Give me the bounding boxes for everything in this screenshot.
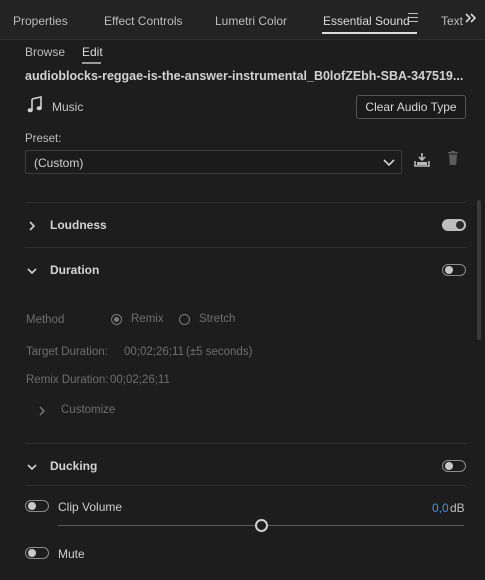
stretch-radio[interactable]	[179, 314, 190, 325]
overflow-chevron-icon[interactable]	[464, 11, 480, 27]
preset-value: (Custom)	[34, 156, 84, 170]
clip-volume-slider-thumb[interactable]	[255, 519, 268, 532]
clip-volume-value[interactable]: 0,0	[432, 501, 449, 515]
active-subtab-indicator	[82, 62, 101, 64]
divider	[25, 485, 466, 486]
tab-text[interactable]: Text	[441, 14, 463, 28]
chevron-down-icon[interactable]	[27, 461, 37, 471]
remix-duration-label: Remix Duration:	[26, 374, 109, 386]
preset-label: Preset:	[25, 133, 62, 145]
tab-lumetri-color[interactable]: Lumetri Color	[215, 14, 287, 28]
divider	[25, 202, 466, 203]
music-note-icon	[27, 96, 43, 114]
clip-volume-toggle[interactable]	[25, 500, 49, 512]
ducking-section-title[interactable]: Ducking	[50, 459, 97, 473]
tab-essential-sound[interactable]: Essential Sound	[323, 14, 410, 28]
panel-tab-bar: Properties Effect Controls Lumetri Color…	[0, 0, 485, 40]
chevron-right-icon[interactable]	[27, 220, 37, 231]
mute-toggle[interactable]	[25, 547, 49, 559]
panel-scrollbar[interactable]	[477, 200, 481, 340]
chevron-right-icon	[37, 405, 47, 416]
save-preset-icon[interactable]	[414, 152, 430, 168]
clip-volume-unit: dB	[450, 501, 465, 515]
loudness-section-title[interactable]: Loudness	[50, 218, 107, 232]
subtab-edit[interactable]: Edit	[82, 45, 103, 59]
tab-effect-controls[interactable]: Effect Controls	[104, 14, 182, 28]
duration-toggle[interactable]	[442, 264, 466, 276]
method-label: Method	[26, 314, 65, 326]
target-duration-value: 00;02;26;11	[124, 346, 184, 358]
panel-menu-icon[interactable]	[408, 13, 418, 23]
clip-file-name: audioblocks-reggae-is-the-answer-instrum…	[25, 69, 464, 83]
remix-duration-value: 00;02;26;11	[110, 374, 170, 386]
subtab-browse[interactable]: Browse	[25, 45, 65, 59]
ducking-toggle[interactable]	[442, 460, 466, 472]
stretch-radio-label: Stretch	[199, 313, 236, 325]
chevron-down-icon[interactable]	[27, 265, 37, 275]
loudness-toggle[interactable]	[442, 219, 466, 231]
remix-radio[interactable]	[111, 314, 122, 325]
divider	[25, 443, 466, 444]
preset-dropdown[interactable]: (Custom)	[25, 150, 402, 174]
customize-label: Customize	[61, 404, 116, 416]
essential-sound-panel: Browse Edit audioblocks-reggae-is-the-an…	[0, 40, 485, 580]
delete-preset-icon[interactable]	[447, 151, 459, 166]
clip-volume-label: Clip Volume	[58, 500, 123, 514]
clear-audio-type-button[interactable]: Clear Audio Type	[356, 95, 466, 119]
tab-properties[interactable]: Properties	[13, 14, 68, 28]
target-duration-note: (±5 seconds)	[186, 346, 253, 358]
target-duration-label: Target Duration:	[26, 346, 108, 358]
audio-type-label: Music	[52, 100, 84, 114]
mute-label: Mute	[58, 547, 85, 561]
active-tab-indicator	[322, 32, 417, 34]
remix-radio-label: Remix	[131, 313, 164, 325]
duration-section-title[interactable]: Duration	[50, 263, 99, 277]
chevron-down-icon	[383, 156, 395, 168]
divider	[25, 247, 466, 248]
